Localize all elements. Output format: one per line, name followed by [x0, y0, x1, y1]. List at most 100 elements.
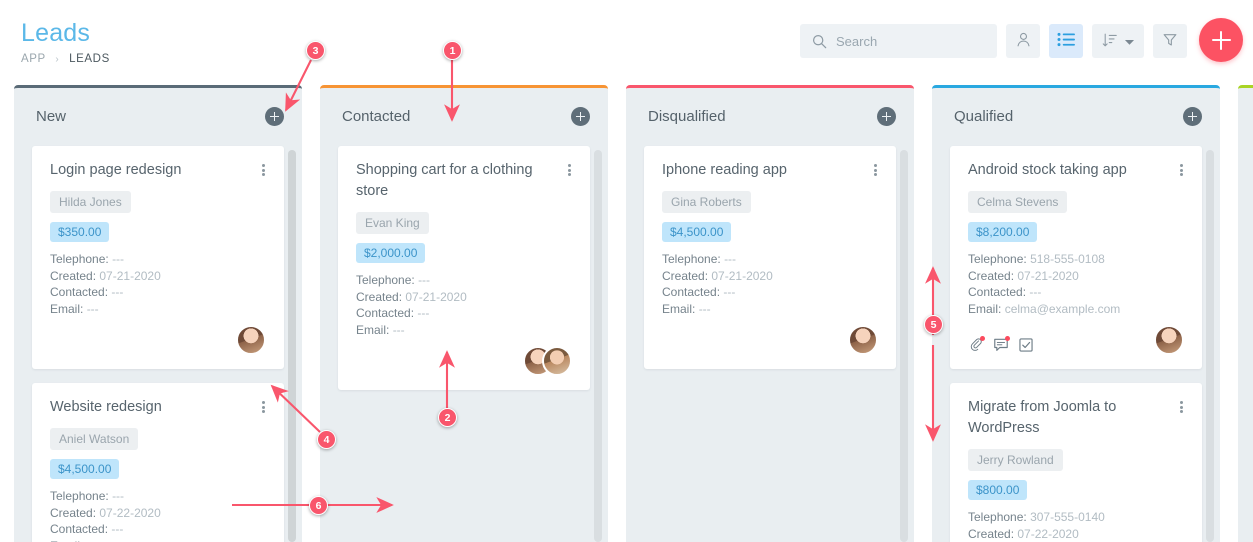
card-menu-icon[interactable]	[1174, 162, 1188, 178]
meta-value: ---	[698, 301, 711, 316]
meta-row: Contacted: ---	[968, 284, 1184, 301]
search-icon	[812, 34, 827, 49]
assignee-avatars	[848, 325, 878, 355]
card-menu-icon[interactable]	[1174, 399, 1188, 415]
breadcrumb-app[interactable]: APP	[21, 53, 46, 65]
card-menu-icon[interactable]	[256, 162, 270, 178]
assignee-chip[interactable]: Jerry Rowland	[968, 449, 1063, 471]
checklist-icon[interactable]	[1018, 337, 1034, 353]
meta-row: Telephone: ---	[662, 251, 878, 268]
assignee-chip[interactable]: Gina Roberts	[662, 191, 751, 213]
meta-key: Email:	[50, 301, 84, 316]
assignee-filter-button[interactable]	[1006, 24, 1040, 58]
avatar[interactable]	[236, 325, 266, 355]
lead-card[interactable]: Iphone reading app Gina Roberts $4,500.00 T…	[644, 146, 896, 369]
meta-row: Email: ---	[50, 538, 266, 542]
sort-icon	[1102, 32, 1118, 51]
meta-value: ---	[111, 285, 124, 299]
column-title: Disqualified	[648, 108, 726, 125]
lead-card[interactable]: Android stock taking app Celma Stevens $8,…	[950, 146, 1202, 369]
meta-value: ---	[1029, 285, 1042, 299]
add-lead-button[interactable]	[1199, 18, 1243, 62]
avatar[interactable]	[1154, 325, 1184, 355]
lead-card[interactable]: Migrate from Joomla to WordPress Jerry Ro…	[950, 383, 1202, 542]
filter-button[interactable]	[1153, 24, 1187, 58]
meta-key: Contacted:	[356, 306, 415, 320]
meta-row: Created: 07-21-2020	[968, 268, 1184, 285]
assignee-avatars	[523, 346, 572, 376]
deal-value-badge: $800.00	[968, 480, 1028, 500]
column-scrollbar[interactable]	[594, 150, 602, 542]
meta-row: Created: 07-21-2020	[662, 268, 878, 285]
person-icon	[1015, 31, 1032, 51]
lead-card-title: Shopping cart for a clothing store	[356, 162, 533, 199]
meta-key: Telephone:	[50, 252, 109, 266]
assignee-chip[interactable]: Aniel Watson	[50, 428, 139, 450]
meta-row: Created: 07-21-2020	[356, 289, 572, 306]
meta-value: 07-21-2020	[1017, 268, 1079, 283]
meta-row: Email: ---	[356, 322, 572, 339]
lead-card[interactable]: Shopping cart for a clothing store Evan K…	[338, 146, 590, 390]
card-menu-icon[interactable]	[562, 162, 576, 178]
add-card-button[interactable]	[571, 107, 590, 126]
meta-value: 07-22-2020	[99, 505, 161, 520]
deal-value-badge: $4,500.00	[50, 459, 120, 479]
column-title: New	[36, 108, 67, 125]
column-scrollbar[interactable]	[900, 150, 908, 542]
assignee-chip[interactable]: Celma Stevens	[968, 191, 1068, 213]
meta-key: Telephone:	[662, 252, 721, 266]
column-card-list: Shopping cart for a clothing store Evan K…	[320, 146, 608, 542]
meta-row: Telephone: ---	[50, 251, 266, 268]
column-scrollbar[interactable]	[288, 150, 296, 542]
funnel-icon	[1162, 32, 1178, 51]
search-input[interactable]	[836, 33, 986, 49]
assignee-chip[interactable]: Hilda Jones	[50, 191, 131, 213]
column-title: Contacted	[342, 108, 411, 125]
meta-value: ---	[418, 273, 431, 287]
list-view-button[interactable]	[1049, 24, 1083, 58]
search-box[interactable]	[800, 24, 997, 58]
assignee-chip[interactable]: Evan King	[356, 212, 429, 234]
add-card-button[interactable]	[1183, 107, 1202, 126]
column-header: New	[14, 88, 302, 146]
meta-row: Contacted: ---	[662, 284, 878, 301]
comment-icon[interactable]	[993, 336, 1010, 353]
meta-value: ---	[724, 252, 737, 266]
lead-card-footer	[968, 321, 1184, 355]
meta-row: Telephone: 307-555-0140	[968, 509, 1184, 526]
lead-card-meta: Telephone: 518-555-0108 Created: 07-21-20…	[968, 251, 1184, 317]
meta-value: ---	[417, 306, 430, 320]
assignee-avatars	[236, 325, 266, 355]
column-card-list: Login page redesign Hilda Jones $350.00 Tel…	[14, 146, 302, 542]
meta-row: Email: celma@example.com	[968, 301, 1184, 318]
add-card-button[interactable]	[877, 107, 896, 126]
meta-key: Telephone:	[968, 252, 1027, 266]
meta-key: Created:	[662, 268, 709, 283]
column-header: Contacted	[320, 88, 608, 146]
meta-key: Created:	[968, 526, 1015, 541]
attachment-icon[interactable]	[968, 336, 985, 353]
card-menu-icon[interactable]	[868, 162, 882, 178]
meta-row: Telephone: ---	[356, 272, 572, 289]
meta-row: Contacted: ---	[356, 305, 572, 322]
column-header: Qualified	[932, 88, 1220, 146]
lead-card-title: Website redesign	[50, 399, 162, 415]
lead-card-meta: Telephone: --- Created: 07-21-2020 Contact…	[662, 251, 878, 317]
breadcrumb-separator: ›	[55, 54, 60, 65]
column-scrollbar[interactable]	[1206, 150, 1214, 542]
avatar[interactable]	[848, 325, 878, 355]
meta-value: 307-555-0140	[1030, 510, 1105, 524]
add-card-button[interactable]	[265, 107, 284, 126]
board-column-contacted: Contacted Shopping cart for a clothing st…	[320, 85, 608, 542]
lead-card[interactable]: Login page redesign Hilda Jones $350.00 Tel…	[32, 146, 284, 369]
meta-value: 07-21-2020	[99, 268, 161, 283]
column-title: Qualified	[954, 108, 1014, 125]
lead-card-title: Login page redesign	[50, 162, 182, 178]
sort-button[interactable]	[1092, 24, 1144, 58]
card-menu-icon[interactable]	[256, 399, 270, 415]
meta-value: ---	[392, 322, 405, 337]
meta-row: Telephone: 518-555-0108	[968, 251, 1184, 268]
lead-card[interactable]: Website redesign Aniel Watson $4,500.00 Tel…	[32, 383, 284, 542]
meta-key: Contacted:	[968, 285, 1027, 299]
avatar[interactable]	[542, 346, 572, 376]
